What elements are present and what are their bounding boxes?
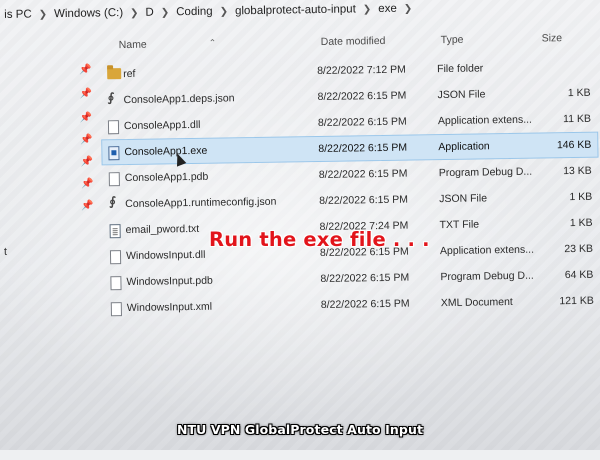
exe-file-icon xyxy=(108,146,120,161)
breadcrumb-item-current[interactable]: exe xyxy=(374,3,401,15)
file-type: JSON File xyxy=(437,88,486,102)
file-name: ConsoleApp1.exe xyxy=(124,144,208,159)
file-size: 13 KB xyxy=(563,164,592,178)
file-type: XML Document xyxy=(440,295,513,310)
column-header-size[interactable]: Size xyxy=(542,32,563,44)
file-date: 8/22/2022 6:15 PM xyxy=(317,115,407,130)
dll-file-icon xyxy=(107,120,120,135)
pin-icon: 📌 xyxy=(80,178,94,190)
txt-file-icon xyxy=(109,224,121,239)
file-type: File folder xyxy=(437,62,484,76)
file-type: Program Debug D... xyxy=(438,165,533,180)
breadcrumb-item[interactable]: Coding xyxy=(172,6,217,19)
video-title-caption: NTU VPN GlobalProtect Auto Input xyxy=(176,422,424,437)
nav-pane-fragment: t xyxy=(3,245,8,258)
breadcrumb-item[interactable]: is PC xyxy=(0,8,36,21)
chevron-right-icon: ❯ xyxy=(362,3,372,15)
file-type: Application extens... xyxy=(439,243,535,258)
file-name: ConsoleApp1.dll xyxy=(123,118,201,133)
chevron-right-icon: ❯ xyxy=(130,7,139,19)
file-date: 8/22/2022 7:12 PM xyxy=(317,63,406,78)
xml-file-icon xyxy=(110,302,122,317)
pdb-file-icon xyxy=(108,172,120,187)
file-date: 8/22/2022 6:15 PM xyxy=(317,89,407,104)
file-row[interactable]: WindowsInput.xml 8/22/2022 6:15 PM XML D… xyxy=(105,289,600,321)
file-name: ConsoleApp1.runtimeconfig.json xyxy=(125,195,277,211)
column-header-type[interactable]: Type xyxy=(441,34,464,46)
pin-icon: 📌 xyxy=(80,134,93,146)
dll-file-icon xyxy=(109,250,122,265)
file-name: ref xyxy=(123,67,136,81)
folder-icon xyxy=(107,68,122,80)
file-date: 8/22/2022 6:15 PM xyxy=(318,141,408,156)
file-name: ConsoleApp1.deps.json xyxy=(123,92,235,107)
file-name: email_pword.txt xyxy=(125,222,200,237)
pin-icon: 📌 xyxy=(80,156,94,168)
breadcrumb-item[interactable]: Windows (C:) xyxy=(50,7,127,20)
file-date: 8/22/2022 6:15 PM xyxy=(320,271,410,286)
pin-icon: 📌 xyxy=(79,112,93,124)
chevron-right-icon: ❯ xyxy=(219,5,229,18)
file-size: 1 KB xyxy=(569,216,593,230)
file-size: 11 KB xyxy=(563,112,592,126)
chevron-right-icon: ❯ xyxy=(160,6,170,18)
breadcrumb-item[interactable]: D xyxy=(141,7,157,19)
file-size: 146 KB xyxy=(556,138,592,152)
json-file-icon: ∮ xyxy=(107,90,115,105)
file-name: WindowsInput.xml xyxy=(126,300,213,315)
file-date: 8/22/2022 6:15 PM xyxy=(319,193,409,208)
json-file-icon: ∮ xyxy=(109,194,117,209)
breadcrumb[interactable]: is PC ❯ Windows (C:) ❯ D ❯ Coding ❯ glob… xyxy=(0,0,600,30)
file-type: JSON File xyxy=(439,192,488,206)
pin-icon: 📌 xyxy=(81,200,94,212)
file-name: WindowsInput.dll xyxy=(125,248,206,263)
chevron-right-icon: ❯ xyxy=(38,8,48,20)
pdb-file-icon xyxy=(110,276,122,291)
file-type: Application extens... xyxy=(437,113,533,128)
file-size: 121 KB xyxy=(559,294,594,308)
column-header-name[interactable]: Name xyxy=(119,39,147,51)
pin-icon: 📌 xyxy=(79,88,93,100)
file-size: 1 KB xyxy=(569,190,593,204)
pin-icon: 📌 xyxy=(79,64,92,76)
instruction-caption: Run the exe file . . . xyxy=(209,228,430,251)
file-date: 8/22/2022 6:15 PM xyxy=(320,297,410,311)
file-type: TXT File xyxy=(439,218,480,232)
file-date: 8/22/2022 6:15 PM xyxy=(318,167,408,182)
file-size: 1 KB xyxy=(567,86,591,100)
file-size: 23 KB xyxy=(564,242,594,256)
file-type: Application xyxy=(438,140,490,154)
file-name: ConsoleApp1.pdb xyxy=(124,170,209,185)
breadcrumb-item[interactable]: globalprotect-auto-input xyxy=(231,3,360,17)
sort-ascending-icon: ⌃ xyxy=(208,37,217,48)
file-size: 64 KB xyxy=(564,268,594,282)
file-type: Program Debug D... xyxy=(440,269,534,284)
column-header-date[interactable]: Date modified xyxy=(321,35,386,48)
file-name: WindowsInput.pdb xyxy=(126,274,213,289)
chevron-right-icon: ❯ xyxy=(403,3,413,15)
column-header-row: Name ⌃ Date modified Type Size xyxy=(1,29,600,58)
